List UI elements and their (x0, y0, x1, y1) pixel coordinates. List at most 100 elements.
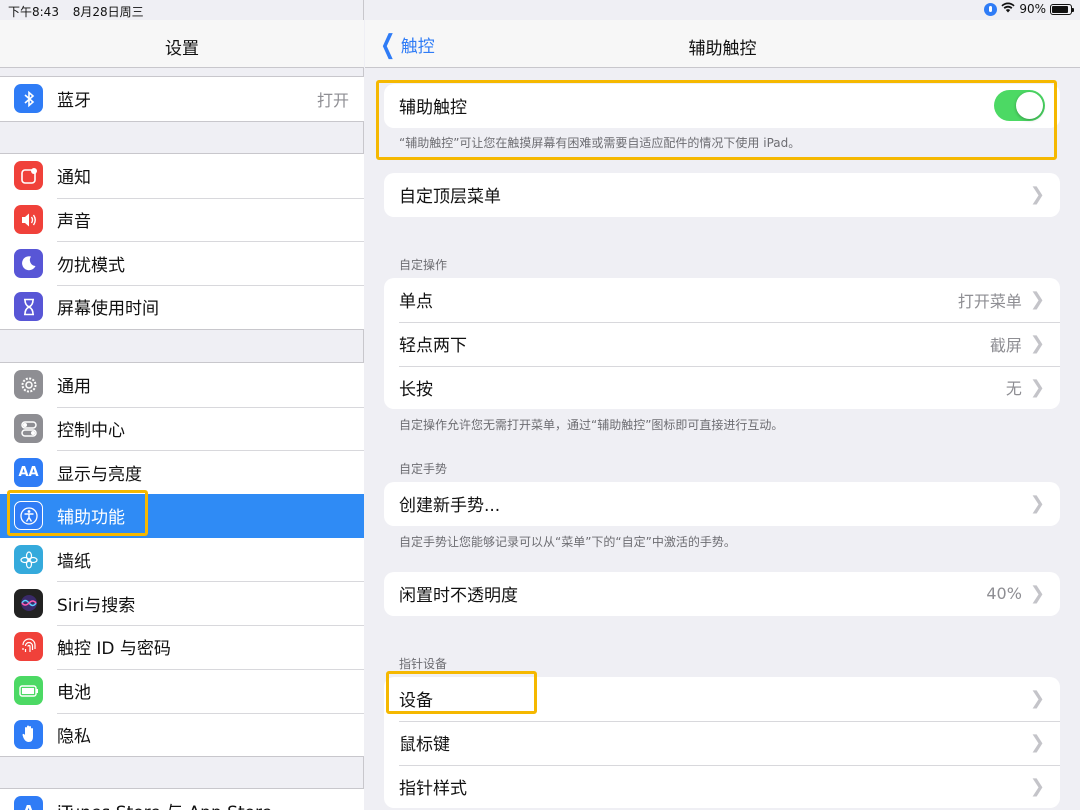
row-label: 自定顶层菜单 (399, 187, 501, 208)
customize-top-menu-row[interactable]: 自定顶层菜单 ❯ (384, 173, 1060, 217)
hourglass-icon (14, 292, 43, 322)
sidebar-item-general[interactable]: 通用 (0, 363, 364, 407)
chevron-right-icon: ❯ (1029, 376, 1045, 398)
idle-opacity-row[interactable]: 闲置时不透明度 40% ❯ (384, 572, 1060, 616)
create-new-gesture-row[interactable]: 创建新手势... ❯ (384, 482, 1060, 526)
bluetooth-icon (14, 84, 43, 114)
display-icon: AA (14, 457, 43, 487)
detail-header: ❮ 触控 辅助触控 (365, 20, 1080, 68)
row-value: 打开菜单 (957, 291, 1022, 311)
sidebar-item-label: 辅助功能 (57, 508, 125, 529)
sidebar-title: 设置 (165, 39, 199, 59)
pointer-devices-group: 设备 ❯ 鼠标键 ❯ 指针样式 ❯ (384, 677, 1060, 809)
microphone-icon (984, 2, 998, 16)
status-right: 90% (984, 2, 1074, 16)
app-store-icon: A (14, 796, 43, 810)
row-label: 鼠标键 (399, 735, 450, 756)
chevron-right-icon: ❯ (1029, 289, 1045, 311)
battery-percent: 90% (1019, 2, 1046, 16)
chevron-right-icon: ❯ (1029, 333, 1045, 355)
sidebar-item-value: 打开 (316, 90, 349, 110)
settings-sidebar: 设置 蓝牙 打开 通知 声音 勿扰模式 屏幕使用时间 通用 控制中心 AA 显示… (0, 0, 364, 810)
sidebar-item-label: Siri与搜索 (57, 595, 136, 616)
pointer-style-row[interactable]: 指针样式 ❯ (384, 764, 1060, 809)
sidebar-item-label: 蓝牙 (57, 91, 91, 112)
toggle-knob (1016, 92, 1043, 120)
sidebar-item-label: 电池 (57, 683, 91, 704)
battery-icon (14, 676, 43, 706)
custom-actions-header: 自定操作 (399, 258, 448, 272)
chevron-right-icon: ❯ (1029, 732, 1045, 754)
row-label: 指针样式 (399, 778, 467, 799)
moon-icon (14, 248, 43, 278)
long-press-row[interactable]: 长按 无 ❯ (384, 365, 1060, 410)
row-label: 长按 (399, 379, 433, 400)
sidebar-group-notifications: 通知 声音 勿扰模式 屏幕使用时间 (0, 153, 364, 330)
custom-actions-note: 自定操作允许您无需打开菜单，通过“辅助触控”图标即可直接进行互动。 (399, 418, 784, 432)
row-value: 无 (1005, 379, 1022, 399)
sidebar-item-label: iTunes Store 与 App Store (57, 798, 364, 810)
sidebar-item-label: 显示与亮度 (57, 464, 142, 485)
sidebar-item-wallpaper[interactable]: 墙纸 (0, 538, 364, 582)
gear-icon (14, 370, 43, 400)
row-value: 截屏 (989, 335, 1022, 355)
wallpaper-icon (14, 545, 43, 575)
hand-icon (14, 719, 43, 749)
row-label: 轻点两下 (399, 336, 467, 357)
sidebar-item-screen-time[interactable]: 屏幕使用时间 (0, 285, 364, 329)
custom-gestures-header: 自定手势 (399, 462, 448, 476)
top-menu-group: 自定顶层菜单 ❯ (384, 173, 1060, 217)
sidebar-item-touch-id-passcode[interactable]: 触控 ID 与密码 (0, 625, 364, 669)
control-center-icon (14, 414, 43, 444)
sidebar-item-do-not-disturb[interactable]: 勿扰模式 (0, 241, 364, 285)
double-tap-row[interactable]: 轻点两下 截屏 ❯ (384, 321, 1060, 366)
sidebar-header: 设置 (0, 20, 364, 68)
pointer-devices-header: 指针设备 (399, 657, 448, 671)
assistive-touch-label: 辅助触控 (399, 98, 467, 119)
sidebar-item-sounds[interactable]: 声音 (0, 197, 364, 242)
custom-gestures-group: 创建新手势... ❯ (384, 482, 1060, 526)
sidebar-item-display-brightness[interactable]: AA 显示与亮度 (0, 450, 364, 494)
detail-pane: ❮ 触控 辅助触控 辅助触控 “辅助触控”可让您在触摸屏幕有困难或需要自适应配件… (365, 0, 1080, 810)
sidebar-item-label: 控制中心 (57, 421, 125, 442)
sidebar-group-general: 通用 控制中心 AA 显示与亮度 辅助功能 墙纸 Siri与搜索 触控 ID 与… (0, 362, 364, 758)
sidebar-item-label: 通知 (57, 168, 91, 189)
wifi-icon (1001, 2, 1015, 16)
sidebar-item-bluetooth[interactable]: 蓝牙 打开 (0, 77, 364, 121)
row-label: 单点 (399, 292, 433, 313)
assistive-touch-row: 辅助触控 (384, 84, 1060, 128)
sidebar-item-label: 屏幕使用时间 (57, 299, 159, 320)
siri-icon (14, 588, 43, 618)
sidebar-group-connectivity: 蓝牙 打开 (0, 76, 364, 122)
row-label: 设备 (399, 691, 433, 712)
idle-opacity-group: 闲置时不透明度 40% ❯ (384, 572, 1060, 616)
sidebar-item-label: 墙纸 (57, 552, 91, 573)
status-left: 下午8:43 8月28日周三 (8, 3, 154, 20)
assistive-touch-toggle[interactable] (994, 90, 1045, 122)
fingerprint-icon (14, 632, 43, 662)
chevron-right-icon: ❯ (1029, 688, 1045, 710)
sidebar-item-accessibility[interactable]: 辅助功能 (0, 494, 364, 538)
sidebar-item-itunes-app-store[interactable]: A iTunes Store 与 App Store (0, 789, 364, 810)
sidebar-item-label: 勿扰模式 (57, 255, 125, 276)
custom-actions-group: 单点 打开菜单 ❯ 轻点两下 截屏 ❯ 长按 无 ❯ (384, 278, 1060, 410)
notifications-icon (14, 161, 43, 191)
sidebar-item-battery[interactable]: 电池 (0, 668, 364, 713)
sidebar-item-label: 声音 (57, 212, 91, 233)
sidebar-group-stores: A iTunes Store 与 App Store (0, 788, 364, 810)
sidebar-item-siri-search[interactable]: Siri与搜索 (0, 581, 364, 625)
sidebar-item-privacy[interactable]: 隐私 (0, 712, 364, 757)
status-date: 8月28日周三 (72, 5, 144, 19)
chevron-right-icon: ❯ (1029, 775, 1045, 797)
sidebar-item-label: 触控 ID 与密码 (57, 639, 171, 660)
sidebar-item-control-center[interactable]: 控制中心 (0, 406, 364, 451)
row-label: 创建新手势... (399, 496, 501, 517)
sidebar-item-notifications[interactable]: 通知 (0, 154, 364, 198)
mouse-keys-row[interactable]: 鼠标键 ❯ (384, 720, 1060, 765)
single-tap-row[interactable]: 单点 打开菜单 ❯ (384, 278, 1060, 322)
assistive-touch-note: “辅助触控”可让您在触摸屏幕有困难或需要自适应配件的情况下使用 iPad。 (399, 136, 801, 150)
accessibility-icon (14, 501, 43, 531)
devices-row[interactable]: 设备 ❯ (384, 677, 1060, 721)
chevron-right-icon: ❯ (1029, 184, 1045, 206)
custom-gestures-note: 自定手势让您能够记录可以从“菜单”下的“自定”中激活的手势。 (399, 535, 736, 549)
